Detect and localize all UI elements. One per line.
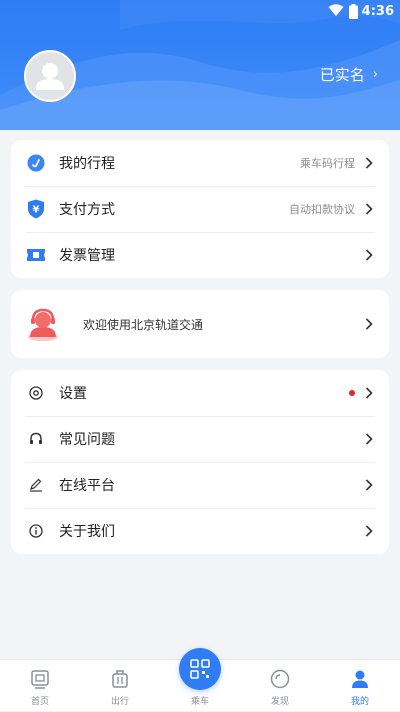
chevron-right-icon: [365, 479, 373, 491]
trip-icon: [25, 152, 47, 174]
menu-label: 支付方式: [59, 202, 115, 218]
trip-card: 我的行程 乘车码行程 ¥ 支付方式 自动扣款协议 发票管理: [11, 140, 389, 278]
status-time: 4:36: [361, 4, 394, 19]
chevron-right-icon: [365, 203, 373, 215]
menu-item-payment-method[interactable]: ¥ 支付方式 自动扣款协议: [11, 186, 389, 232]
menu-label: 发票管理: [59, 248, 115, 264]
menu-label: 在线平台: [59, 478, 115, 494]
tab-label: 我的: [350, 697, 369, 707]
headset-icon: [25, 428, 47, 450]
qr-code-icon: [190, 659, 210, 679]
settings-card: 设置 常见问题 在线平台 关于我们: [11, 370, 389, 554]
menu-item-about-us[interactable]: 关于我们: [11, 508, 389, 554]
menu-label: 关于我们: [59, 524, 115, 540]
menu-item-online-platform[interactable]: 在线平台: [11, 462, 389, 508]
settings-icon: [25, 382, 47, 404]
wifi-icon: [328, 4, 344, 16]
ride-qr-button[interactable]: [179, 648, 221, 690]
chevron-right-icon: [365, 387, 373, 399]
status-bar: 4:36: [0, 0, 400, 24]
menu-label: 我的行程: [59, 156, 115, 172]
tab-discover[interactable]: 发现: [240, 660, 320, 712]
tab-label: 发现: [270, 697, 289, 707]
menu-item-faq[interactable]: 常见问题: [11, 416, 389, 462]
chevron-right-icon: [365, 433, 373, 445]
menu-item-invoice-management[interactable]: 发票管理: [11, 232, 389, 278]
luggage-icon: [112, 670, 128, 688]
menu-label: 设置: [59, 386, 87, 402]
menu-item-my-trips[interactable]: 我的行程 乘车码行程: [11, 140, 389, 186]
edit-icon: [25, 474, 47, 496]
info-icon: [25, 520, 47, 542]
svg-text:¥: ¥: [33, 205, 40, 216]
home-icon: [31, 670, 49, 689]
avatar[interactable]: [24, 50, 76, 102]
chevron-right-icon: [365, 249, 373, 261]
battery-icon: [349, 4, 358, 19]
payment-shield-icon: ¥: [25, 198, 47, 220]
tab-home[interactable]: 首页: [0, 660, 80, 712]
invoice-ticket-icon: [25, 244, 47, 266]
user-avatar-icon: [36, 63, 64, 90]
welcome-card[interactable]: 欢迎使用北京轨道交通: [11, 290, 389, 358]
tab-mine[interactable]: 我的: [320, 660, 400, 712]
menu-sub-label: 自动扣款协议: [289, 203, 355, 216]
menu-label: 常见问题: [59, 432, 115, 448]
chevron-right-icon: [365, 157, 373, 169]
verification-status[interactable]: 已实名 ›: [320, 64, 378, 85]
menu-item-settings[interactable]: 设置: [11, 370, 389, 416]
chevron-right-icon: [365, 318, 373, 330]
customer-service-agent-icon: [25, 306, 61, 342]
ride-tab-label: 乘车: [190, 697, 209, 707]
user-icon: [352, 670, 368, 688]
profile-header: 4:36 已实名 ›: [0, 0, 400, 130]
discover-icon: [270, 669, 290, 689]
notification-badge-dot: [349, 390, 355, 396]
welcome-banner[interactable]: 欢迎使用北京轨道交通: [11, 290, 389, 358]
verified-label: 已实名: [319, 66, 365, 84]
welcome-text: 欢迎使用北京轨道交通: [83, 317, 204, 332]
tab-label: 首页: [30, 697, 49, 707]
chevron-right-icon: [365, 525, 373, 537]
tab-label: 出行: [110, 697, 129, 707]
tab-trip[interactable]: 出行: [80, 660, 160, 712]
menu-sub-label: 乘车码行程: [300, 157, 355, 170]
chevron-right-icon: ›: [372, 67, 378, 82]
